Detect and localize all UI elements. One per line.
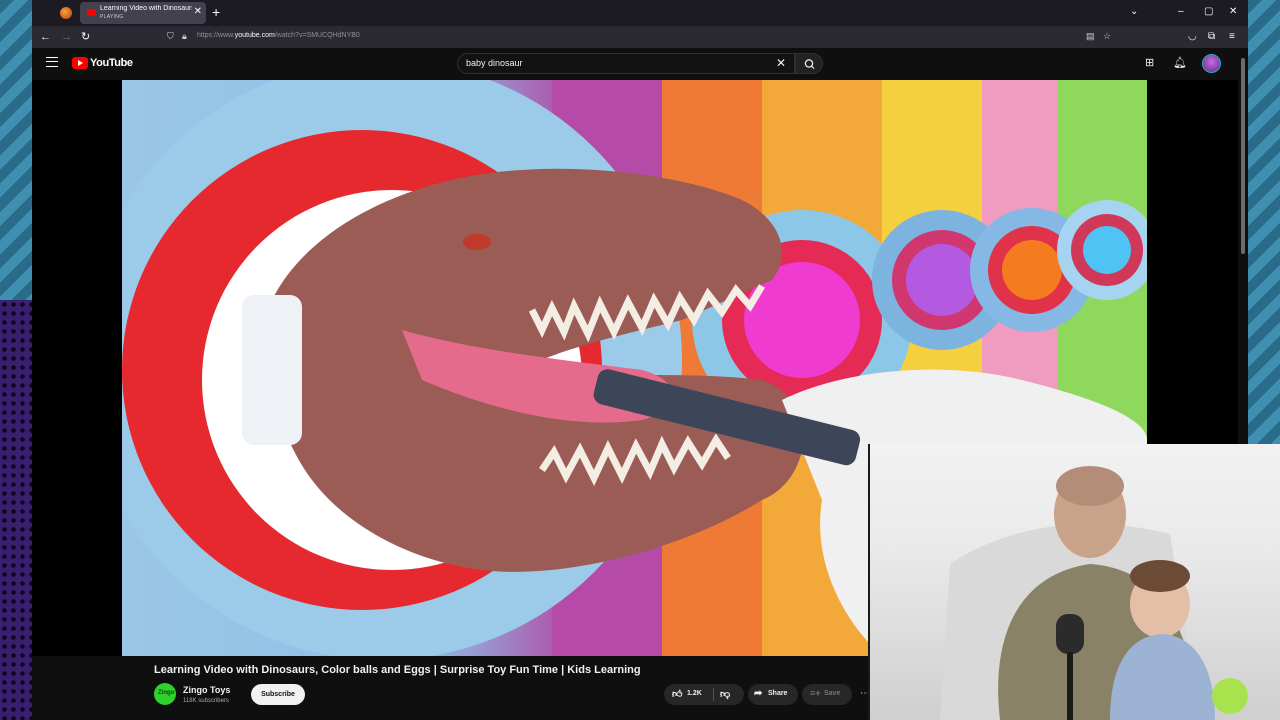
url-bar[interactable]: ⛉ 🔒︎ https://www.youtube.com/watch?v=SMU… [160,28,1120,46]
search-clear-icon[interactable]: ✕ [776,56,786,70]
youtube-logo-text[interactable]: YouTube [90,57,133,69]
reader-view-icon[interactable]: ▤ [1086,31,1095,42]
create-icon[interactable]: ⊞ [1145,56,1154,70]
tab-bar: Learning Video with Dinosaurs, PLAYING ✕… [32,0,1248,26]
extensions-icon[interactable]: ⧉ [1208,30,1215,44]
tab-close-icon[interactable]: ✕ [194,6,202,18]
account-avatar[interactable] [1202,54,1221,73]
app-menu-icon[interactable]: ≡ [1229,30,1235,44]
like-icon[interactable]: 👍︎ [672,688,682,700]
list-tabs-icon[interactable]: ⌄ [1130,5,1138,19]
save-label: Save [824,690,841,697]
video-title: Learning Video with Dinosaurs, Color bal… [154,664,641,676]
youtube-header: YouTube ✕ ⊞ 🔔︎ [32,48,1238,80]
minimize-icon[interactable]: – [1178,5,1184,19]
channel-name[interactable]: Zingo Toys [183,685,230,695]
webcam-overlay [868,444,1280,720]
bookmark-star-icon[interactable]: ☆ [1103,31,1111,42]
like-count[interactable]: 1.2K [687,690,702,697]
navigation-bar: ← → ↻ ⛉ 🔒︎ https://www.youtube.com/watch… [32,26,1248,48]
pocket-icon[interactable]: ◡ [1188,30,1197,44]
new-tab-icon[interactable]: + [212,4,220,20]
forward-icon[interactable]: → [61,30,72,44]
lock-icon[interactable]: 🔒︎ [182,31,187,42]
scrollbar-thumb[interactable] [1241,58,1245,254]
maximize-icon[interactable]: ▢ [1204,5,1213,19]
search-button[interactable] [795,53,823,74]
stream-overlay-dots [0,300,32,720]
channel-avatar-text: Zingo [158,690,175,696]
like-divider [713,688,714,701]
tab-title: Learning Video with Dinosaurs, [100,5,192,12]
channel-avatar[interactable]: Zingo [154,683,176,705]
share-button[interactable]: ➦ Share [748,684,798,705]
share-icon: ➦ [754,688,763,699]
youtube-favicon-icon [87,9,96,16]
shield-icon[interactable]: ⛉ [167,31,174,42]
like-dislike-group: 👍︎ 1.2K 👎︎ [664,684,744,705]
tab-youtube-video[interactable]: Learning Video with Dinosaurs, PLAYING ✕ [80,2,206,24]
channel-subscribers: 118K subscribers [183,698,229,704]
dislike-icon[interactable]: 👎︎ [720,688,730,700]
reload-icon[interactable]: ↻ [81,30,90,44]
subscribe-button[interactable]: Subscribe [251,684,305,705]
hamburger-menu-icon[interactable] [46,57,58,67]
webcam-scene [940,466,1248,720]
save-icon: ≡+ [810,688,821,698]
tab-playing-status: PLAYING [100,14,124,20]
firefox-view-icon[interactable] [60,7,72,19]
notifications-icon[interactable]: 🔔︎ [1173,56,1187,70]
search-icon [804,59,815,70]
search-input[interactable] [466,58,756,68]
youtube-logo-icon[interactable] [72,57,88,69]
share-label: Share [768,690,788,697]
url-text[interactable]: https://www.youtube.com/watch?v=SMUCQHdN… [197,32,360,39]
window-close-icon[interactable]: ✕ [1229,5,1237,19]
back-icon[interactable]: ← [40,30,51,44]
save-button[interactable]: ≡+ Save [802,684,852,705]
search-box[interactable]: ✕ [457,53,795,74]
